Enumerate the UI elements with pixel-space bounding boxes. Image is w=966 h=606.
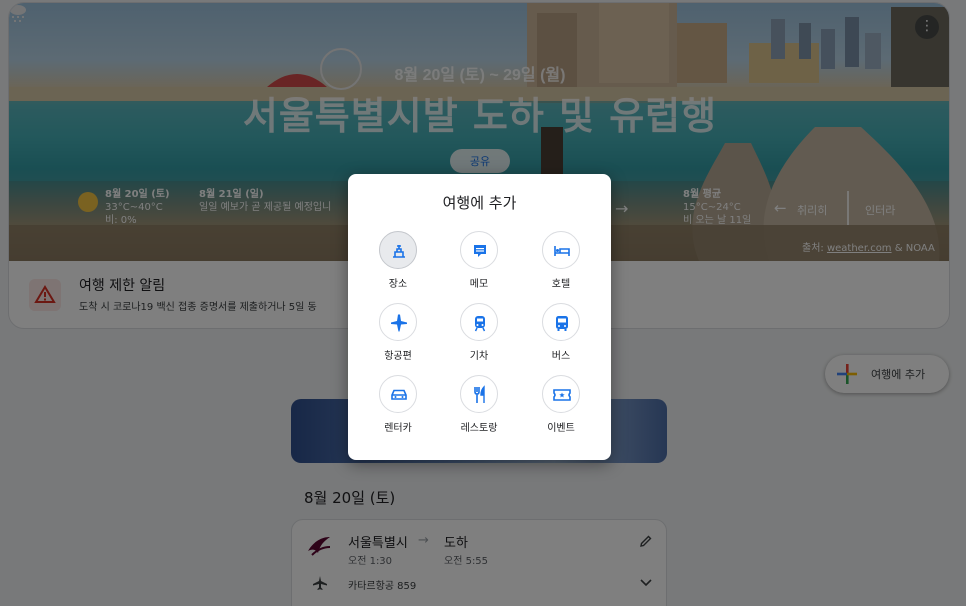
warning-icon [29,279,61,311]
option-label: 메모 [469,279,489,290]
qatar-airways-logo [308,537,331,556]
weather-source: 출처: weather.com & NOAA [802,243,935,254]
ticket-icon [542,375,580,413]
arrow-left-icon[interactable]: ← [774,199,787,217]
weather-date: 8월 21일 (일) [199,189,264,200]
option-label: 항공편 [384,351,412,362]
sunny-icon [78,192,98,212]
weather-day-1: 8월 20일 (토) 33°C~40°C 비: 0% [105,188,170,227]
add-place-option[interactable]: 장소 [363,231,433,295]
chevron-down-icon[interactable] [640,579,652,587]
add-hotel-option[interactable]: 호텔 [526,231,596,295]
departure-time: 오전 1:30 [348,556,393,567]
flight-icon [379,303,417,341]
weather-rain: 비 오는 날 11일 [683,215,752,226]
bus-icon [542,303,580,341]
add-bus-option[interactable]: 버스 [526,303,596,367]
weather-temp: 33°C~40°C [105,202,163,213]
edit-pencil-icon[interactable] [639,534,653,548]
note-icon [460,231,498,269]
flight-destination: 도하 [444,536,468,551]
add-rental-car-option[interactable]: 렌터카 [363,375,433,439]
flight-origin: 서울특별시 [348,536,408,551]
option-label: 이벤트 [547,423,575,434]
airplane-icon [313,576,327,590]
place-icon [379,231,417,269]
option-label: 기차 [469,351,489,362]
arrival-time: 오전 5:55 [444,556,489,567]
weather-date: 8월 20일 (토) [105,189,170,200]
weather-day-2: 8월 21일 (일) 일일 예보가 곧 제공될 예정입니 [199,188,331,214]
option-label: 렌터카 [384,423,412,434]
weather-month-average: 8월 평균 15°C~24°C 비 오는 날 11일 [683,188,751,227]
trip-dates: 8월 20일 (토) ~ 29일 (월) [394,67,566,84]
trip-title[interactable]: 서울특별시발 도하 및 유럽행 [9,85,949,140]
add-restaurant-option[interactable]: 레스토랑 [444,375,514,439]
add-train-option[interactable]: 기차 [444,303,514,367]
weather-source-link[interactable]: weather.com [827,243,892,254]
option-label: 장소 [388,279,408,290]
more-options-icon[interactable]: ⋮ [915,15,939,39]
train-icon [460,303,498,341]
arrow-right-icon[interactable]: → [615,199,628,218]
weather-date: 8월 평균 [683,189,722,200]
weather-rain: 비: 0% [105,215,137,226]
travel-restriction-title: 여행 제한 알림 [79,278,166,294]
day-heading: 8월 20일 (토) [304,489,396,507]
add-note-option[interactable]: 메모 [444,231,514,295]
colorful-plus-icon [837,364,857,384]
car-icon [379,375,417,413]
hotel-icon [542,231,580,269]
weather-forecast-note: 일일 예보가 곧 제공될 예정입니 [199,202,332,213]
option-label: 버스 [551,351,571,362]
restaurant-icon [460,375,498,413]
weather-temp: 15°C~24°C [683,202,741,213]
divider [847,191,849,225]
add-to-trip-dialog: 여행에 추가 장소 메모 호텔 항공편 기차 버스 렌터카 레스토랑 이벤트 [348,174,611,460]
destination-interlaken[interactable]: 인터라 [865,202,895,218]
add-event-option[interactable]: 이벤트 [526,375,596,439]
share-button[interactable]: 공유 [450,149,510,173]
option-label: 레스토랑 [460,423,498,434]
option-label: 호텔 [551,279,571,290]
destination-zurich[interactable]: 취리히 [797,202,827,218]
dialog-title: 여행에 추가 [442,194,517,212]
flight-number: 카타르항공 859 [348,581,417,592]
travel-restriction-description: 도착 시 코로나19 백신 접종 증명서를 제출하거나 5일 동 [79,302,317,313]
add-flight-option[interactable]: 항공편 [363,303,433,367]
flight-route-arrow: → [418,533,429,548]
rain-cloud-icon [10,5,26,22]
